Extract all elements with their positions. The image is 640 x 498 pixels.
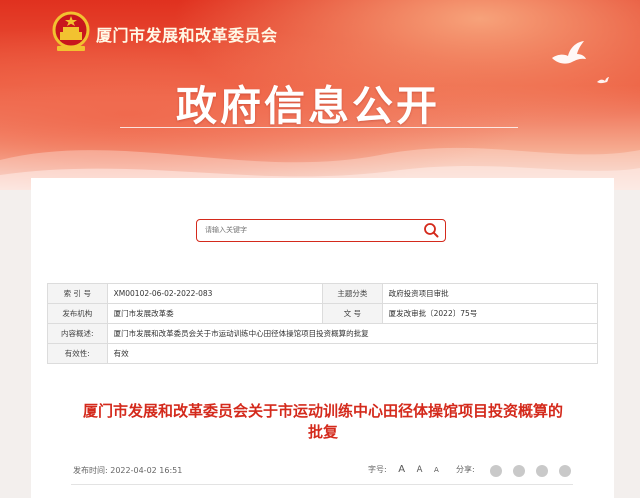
index-label: 索 引 号 (47, 283, 108, 304)
publisher-value: 厦门市发展改革委 (106, 303, 324, 324)
doc-number-value: 厦发改审批〔2022〕75号 (381, 303, 599, 324)
table-row: 发布机构 厦门市发展改革委 文 号 厦发改审批〔2022〕75号 (47, 303, 599, 324)
table-row: 有效性: 有效 (47, 343, 599, 364)
divider (71, 484, 573, 485)
article-title-line2: 批复 (307, 423, 338, 441)
publish-date: 2022-04-02 16:51 (110, 466, 183, 475)
category-value: 政府投资项目审批 (381, 283, 599, 304)
org-name: 厦门市发展和改革委员会 (96, 26, 278, 45)
index-value: XM00102-06-02-2022-083 (106, 283, 324, 304)
page-title: 政府信息公开 (176, 82, 440, 130)
font-size-small-button[interactable]: A (434, 466, 439, 474)
article-title: 厦门市发展和改革委员会关于市运动训练中心田径体操馆项目投资概算的 批复 (40, 401, 606, 443)
search-box (196, 219, 446, 242)
summary-value: 厦门市发展和改革委员会关于市运动训练中心田径体操馆项目投资概算的批复 (106, 323, 599, 344)
doc-number-label: 文 号 (322, 303, 383, 324)
search-icon[interactable] (423, 222, 439, 238)
table-row: 索 引 号 XM00102-06-02-2022-083 主题分类 政府投资项目… (47, 283, 599, 304)
wechat-icon[interactable] (490, 465, 502, 477)
publish-label: 发布时间: (73, 466, 108, 475)
table-row: 内容概述: 厦门市发展和改革委员会关于市运动训练中心田径体操馆项目投资概算的批复 (47, 323, 599, 344)
font-size-control: 字号: A A A (368, 464, 439, 475)
share-label: 分享: (456, 465, 475, 474)
summary-label: 内容概述: (47, 323, 108, 344)
category-label: 主题分类 (322, 283, 383, 304)
national-emblem-icon (52, 11, 90, 51)
validity-label: 有效性: (47, 343, 108, 364)
qq-icon[interactable] (536, 465, 549, 477)
header-banner: 厦门市发展和改革委员会 政府信息公开 (0, 0, 640, 190)
dove-icon (552, 41, 586, 64)
article-title-line1: 厦门市发展和改革委员会关于市运动训练中心田径体操馆项目投资概算的 (82, 402, 563, 420)
small-dove-icon (597, 77, 609, 84)
font-size-label: 字号: (368, 465, 387, 474)
validity-value: 有效 (106, 343, 599, 364)
font-size-medium-button[interactable]: A (417, 465, 423, 475)
font-size-large-button[interactable]: A (398, 464, 405, 475)
share-icons (490, 462, 577, 481)
metadata-table: 索 引 号 XM00102-06-02-2022-083 主题分类 政府投资项目… (47, 283, 599, 364)
search-input[interactable] (205, 223, 415, 237)
weibo-icon[interactable] (513, 465, 526, 477)
publish-info: 发布时间: 2022-04-02 16:51 (73, 465, 182, 476)
publisher-label: 发布机构 (47, 303, 108, 324)
title-underline (120, 127, 518, 128)
qzone-icon[interactable] (559, 465, 572, 477)
